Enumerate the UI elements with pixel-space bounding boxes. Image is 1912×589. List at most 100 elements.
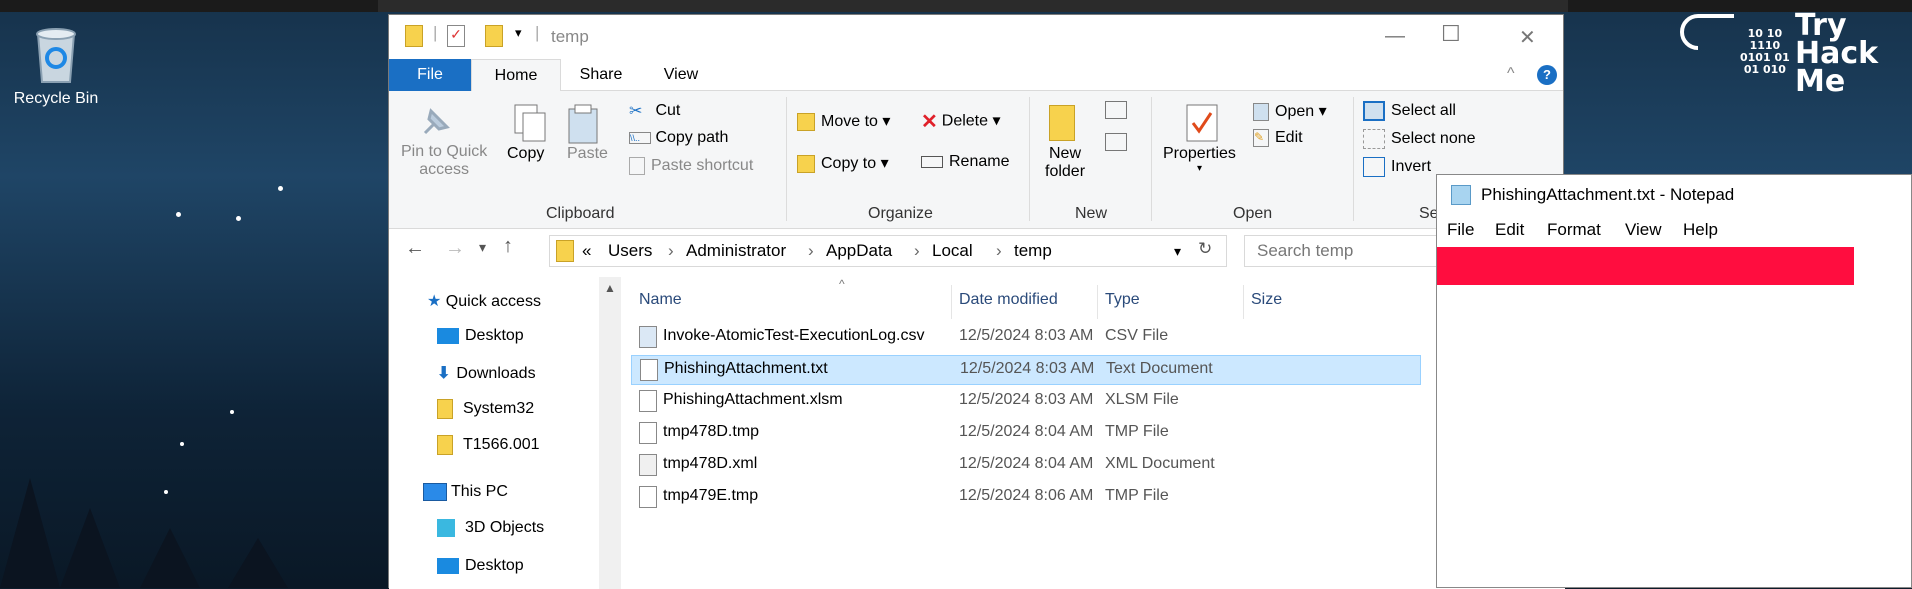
- tree: [0, 478, 60, 588]
- easy-access-icon[interactable]: [1105, 133, 1127, 151]
- file-row[interactable]: tmp478D.tmp 12/5/2024 8:04 AM TMP File: [631, 419, 1421, 449]
- notepad-titlebar: PhishingAttachment.txt - Notepad: [1437, 175, 1911, 215]
- cut-button[interactable]: ✂ Cut: [629, 101, 680, 121]
- scroll-up-icon[interactable]: ▲: [604, 281, 616, 295]
- window-title: temp: [551, 27, 589, 46]
- recycle-bin[interactable]: Recycle Bin: [8, 26, 104, 108]
- close-button[interactable]: ✕: [1519, 25, 1536, 50]
- select-all-button[interactable]: Select all: [1363, 101, 1456, 121]
- tab-view[interactable]: View: [641, 59, 721, 91]
- delete-button[interactable]: ✕ Delete ▾: [921, 109, 1001, 134]
- notepad-text-area[interactable]: [1437, 247, 1911, 587]
- refresh-icon[interactable]: ↻: [1198, 239, 1212, 259]
- copy-button[interactable]: Copy: [507, 145, 544, 163]
- copy-to-button[interactable]: Copy to ▾: [797, 153, 889, 173]
- tab-file[interactable]: File: [389, 59, 471, 91]
- address-box[interactable]: « Users › Administrator › AppData › Loca…: [549, 235, 1227, 267]
- collapse-ribbon-icon[interactable]: ^: [1507, 65, 1515, 83]
- tab-home[interactable]: Home: [471, 59, 561, 92]
- select-none-button[interactable]: Select none: [1363, 129, 1476, 149]
- address-dropdown-icon[interactable]: ▾: [1174, 243, 1181, 260]
- help-icon[interactable]: ?: [1537, 65, 1557, 85]
- back-arrow-icon[interactable]: ←: [405, 237, 425, 260]
- computer-icon: [423, 483, 447, 501]
- folder-icon: [437, 435, 453, 455]
- edit-button[interactable]: ✎ Edit: [1253, 129, 1303, 147]
- invert-selection-button[interactable]: Invert: [1363, 157, 1431, 177]
- pin-to-quick-access-button[interactable]: Pin to Quick access: [401, 143, 487, 179]
- file-name: PhishingAttachment.xlsm: [663, 391, 843, 408]
- file-date: 12/5/2024 8:03 AM: [959, 327, 1094, 344]
- file-row[interactable]: tmp479E.tmp 12/5/2024 8:06 AM TMP File: [631, 483, 1421, 513]
- file-icon: [639, 390, 657, 412]
- breadcrumb-local[interactable]: Local: [932, 241, 973, 261]
- nav-this-pc[interactable]: This PC: [423, 483, 508, 501]
- nav-system32[interactable]: System32: [437, 399, 534, 419]
- new-group-label: New: [1075, 205, 1108, 222]
- notepad-icon: [1451, 185, 1471, 205]
- column-date-modified[interactable]: Date modified: [959, 291, 1058, 309]
- breadcrumb-appdata[interactable]: AppData: [826, 241, 892, 261]
- breadcrumb-users[interactable]: Users: [608, 241, 652, 261]
- nav-desktop[interactable]: Desktop: [437, 327, 524, 345]
- star: [176, 212, 181, 217]
- properties-button[interactable]: Properties ▾: [1163, 145, 1236, 174]
- nav-3d-objects[interactable]: 3D Objects: [437, 519, 544, 537]
- breadcrumb-administrator[interactable]: Administrator: [686, 241, 786, 261]
- nav-t1566[interactable]: T1566.001: [437, 435, 540, 455]
- file-row-selected[interactable]: PhishingAttachment.txt 12/5/2024 8:03 AM…: [631, 355, 1421, 385]
- notepad-menubar: File Edit Format View Help: [1437, 215, 1911, 247]
- properties-icon: [1185, 103, 1219, 148]
- file-row[interactable]: PhishingAttachment.xlsm 12/5/2024 8:03 A…: [631, 387, 1421, 417]
- menu-file[interactable]: File: [1447, 220, 1474, 240]
- menu-help[interactable]: Help: [1683, 220, 1718, 240]
- column-size[interactable]: Size: [1251, 291, 1282, 309]
- new-folder-icon[interactable]: [485, 25, 503, 47]
- move-to-button[interactable]: Move to ▾: [797, 111, 890, 131]
- column-name[interactable]: Name: [639, 291, 682, 309]
- xml-file-icon: [639, 454, 657, 476]
- customize-qat-icon[interactable]: ▾: [515, 25, 522, 41]
- nav-scrollbar[interactable]: ▲: [599, 277, 621, 589]
- nav-downloads[interactable]: ⬇ Downloads: [437, 363, 536, 383]
- open-group-label: Open: [1233, 205, 1273, 222]
- recycle-bin-icon: [32, 26, 80, 84]
- star: [164, 490, 168, 494]
- new-folder-button[interactable]: New folder: [1045, 145, 1085, 181]
- tab-share[interactable]: Share: [561, 59, 641, 91]
- notepad-title: PhishingAttachment.txt - Notepad: [1481, 185, 1735, 204]
- organize-group-label: Organize: [868, 205, 933, 222]
- download-arrow-icon: ⬇: [437, 365, 451, 382]
- menu-format[interactable]: Format: [1547, 220, 1601, 240]
- file-name: tmp479E.tmp: [663, 487, 759, 504]
- recent-locations-icon[interactable]: ▾: [479, 239, 486, 256]
- open-icon: [1253, 102, 1269, 121]
- rename-button[interactable]: Rename: [921, 153, 1009, 171]
- column-type[interactable]: Type: [1105, 291, 1140, 309]
- file-name: Invoke-AtomicTest-ExecutionLog.csv: [663, 327, 925, 344]
- paste-button[interactable]: Paste: [567, 145, 608, 163]
- file-row[interactable]: tmp478D.xml 12/5/2024 8:04 AM XML Docume…: [631, 451, 1421, 481]
- menu-edit[interactable]: Edit: [1495, 220, 1524, 240]
- new-item-icon[interactable]: [1105, 101, 1127, 119]
- star: [236, 216, 241, 221]
- breadcrumb-temp[interactable]: temp: [1014, 241, 1052, 261]
- minimize-button[interactable]: —: [1385, 25, 1405, 48]
- forward-arrow-icon[interactable]: →: [445, 237, 465, 260]
- quick-access-toolbar: | ✓ ▾ | temp — ☐ ✕: [389, 15, 1563, 59]
- menu-view[interactable]: View: [1625, 220, 1662, 240]
- breadcrumb-overflow[interactable]: «: [582, 241, 591, 261]
- maximize-button[interactable]: ☐: [1441, 21, 1461, 47]
- nav-quick-access[interactable]: ★ Quick access: [427, 291, 541, 311]
- up-arrow-icon[interactable]: ↑: [503, 235, 513, 258]
- nav-desktop-pc[interactable]: Desktop: [437, 557, 524, 575]
- move-to-icon: [797, 112, 815, 131]
- file-row[interactable]: Invoke-AtomicTest-ExecutionLog.csv 12/5/…: [631, 323, 1421, 353]
- properties-check-icon[interactable]: ✓: [447, 25, 465, 47]
- paste-shortcut-button[interactable]: Paste shortcut: [629, 157, 753, 175]
- open-button[interactable]: Open ▾: [1253, 101, 1327, 121]
- copy-path-button[interactable]: \\.. Copy path: [629, 129, 728, 147]
- ribbon: Pin to Quick access Copy Paste ✂ Cut \\.…: [389, 91, 1563, 229]
- file-type: Text Document: [1106, 360, 1213, 377]
- new-folder-icon: [1049, 105, 1075, 141]
